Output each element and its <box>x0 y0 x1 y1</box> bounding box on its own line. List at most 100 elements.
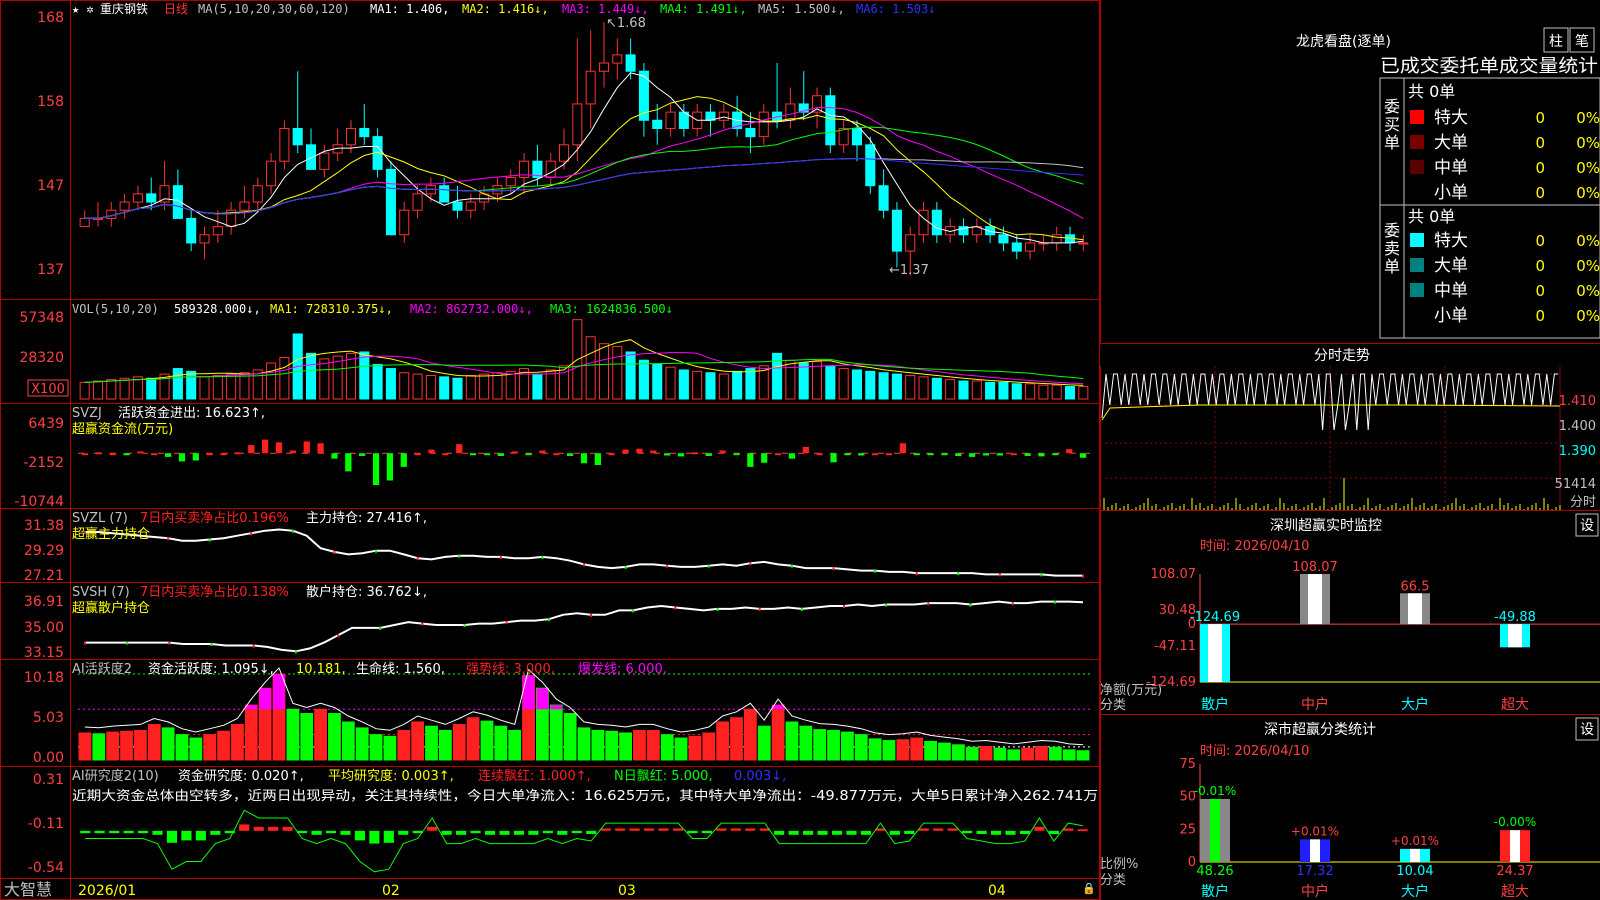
flow-bar <box>483 453 491 456</box>
vertical-label-char: 委 <box>1384 97 1400 116</box>
sz-class-ylabel: 比例% <box>1100 857 1138 872</box>
flow-bar <box>955 453 962 456</box>
activity-bar <box>702 732 716 761</box>
research-bar <box>658 828 669 831</box>
candle-body <box>399 209 410 236</box>
flow-bar <box>317 443 324 454</box>
candle-body <box>492 185 503 195</box>
vol-unit: X100 <box>31 382 65 397</box>
volume-bar <box>865 370 876 400</box>
star-icon[interactable]: ★ ✲ <box>72 2 94 16</box>
legend-swatch <box>1410 160 1424 174</box>
candle-body <box>79 217 90 228</box>
main-ytick: 137 <box>37 262 64 278</box>
research-bar <box>904 830 915 834</box>
volume-bar <box>598 343 610 400</box>
volume-bar <box>332 355 343 400</box>
activity-bar <box>203 734 217 761</box>
research-bar <box>788 830 799 835</box>
activity-bar <box>397 729 411 761</box>
volume-bar <box>452 377 463 400</box>
class-value-label: 10.04 <box>1396 864 1433 879</box>
candle-body <box>345 127 357 146</box>
volume-bar <box>705 372 716 400</box>
activity-bar <box>854 734 868 761</box>
volume-bar <box>399 372 410 400</box>
sz-monitor-ylabel: 净额(万元) <box>1100 683 1162 698</box>
class-category-label: 大户 <box>1401 883 1429 900</box>
ai1-ytick: 10.18 <box>24 670 64 686</box>
activity-bar <box>480 720 494 761</box>
activity-bar <box>133 729 147 761</box>
ma6-value: MA6: 1.503↓ <box>856 2 935 16</box>
volume-bar <box>971 380 982 400</box>
activity-bar <box>161 727 175 761</box>
flow-bar <box>705 453 712 456</box>
flow-bar <box>885 453 893 456</box>
holding-dot <box>674 606 677 610</box>
volume-bar <box>505 370 516 400</box>
activity-bar <box>577 727 591 761</box>
volume-bar <box>798 362 809 400</box>
holding-dot <box>969 603 972 607</box>
svzl-value: 主力持仓: 27.416↑, <box>306 511 427 526</box>
svzl-ytick: 29.29 <box>24 543 64 559</box>
activity-bar <box>300 713 314 761</box>
ma3-value: MA3: 1.449↓, <box>562 2 649 16</box>
vol-ma1: MA1: 728310.375↓, <box>270 302 393 316</box>
lock-icon[interactable]: 🔒 <box>1082 882 1096 895</box>
research-bar <box>398 830 409 835</box>
candle-body <box>1051 234 1062 244</box>
activity-bar <box>341 721 355 761</box>
flow-bar <box>359 453 366 456</box>
svsh-ratio: 7日内买卖净占比0.138% <box>140 584 289 600</box>
activity-bar <box>674 737 688 761</box>
holding-dot <box>505 621 508 625</box>
period-label[interactable]: 日线 <box>164 2 188 16</box>
research-bar <box>80 830 91 834</box>
research-bar <box>889 830 900 835</box>
holding-dot <box>1053 600 1056 604</box>
svzj-value: 活跃资金进出: 16.623↑, <box>118 405 265 421</box>
sz-class-settings-label: 设 <box>1580 722 1594 738</box>
candle-body <box>465 201 476 211</box>
candle-body <box>612 54 623 64</box>
longhu-tabs[interactable]: 已成交委托单成交量统计 <box>1380 56 1598 77</box>
ma2-value: MA2: 1.416↓, <box>462 2 549 16</box>
volume-bar <box>985 381 996 400</box>
flow-bar <box>761 453 768 463</box>
research-bar <box>918 828 929 831</box>
research-bar <box>195 830 206 841</box>
activity-bar <box>92 733 106 761</box>
flow-bar <box>109 453 116 456</box>
volume-bar <box>92 380 104 400</box>
activity-bar <box>1062 749 1076 761</box>
activity-bar <box>993 747 1007 761</box>
volume-bar <box>266 362 277 400</box>
volume-bar <box>931 377 942 400</box>
research-bar <box>340 830 351 835</box>
research-bar <box>282 826 293 831</box>
ma1-value: MA1: 1.406, <box>370 2 449 16</box>
high-price-marker: ↖1.68 <box>606 16 646 31</box>
monitor-category-label: 中户 <box>1301 696 1329 713</box>
activity-bar <box>244 704 258 761</box>
candle-body <box>239 201 250 211</box>
flow-bar <box>81 453 89 456</box>
ai2-title: AI研究度2(10) <box>72 768 159 784</box>
flow-bar <box>594 453 601 466</box>
row-pct: 0% <box>1576 134 1600 152</box>
candle-body <box>585 70 596 105</box>
candle-body <box>412 193 423 211</box>
activity-bar <box>425 725 438 761</box>
holding-dot <box>800 607 803 611</box>
candle-body <box>385 168 396 236</box>
row-name: 中单 <box>1434 281 1468 301</box>
activity-bar <box>619 732 632 761</box>
research-bar <box>441 830 452 835</box>
research-bar <box>1034 826 1045 831</box>
unit-box: X100 <box>27 379 69 397</box>
ai1-activity: 资金活跃度: 1.095↓, <box>148 661 274 677</box>
volume-bar <box>425 374 436 400</box>
research-bar <box>484 830 496 835</box>
